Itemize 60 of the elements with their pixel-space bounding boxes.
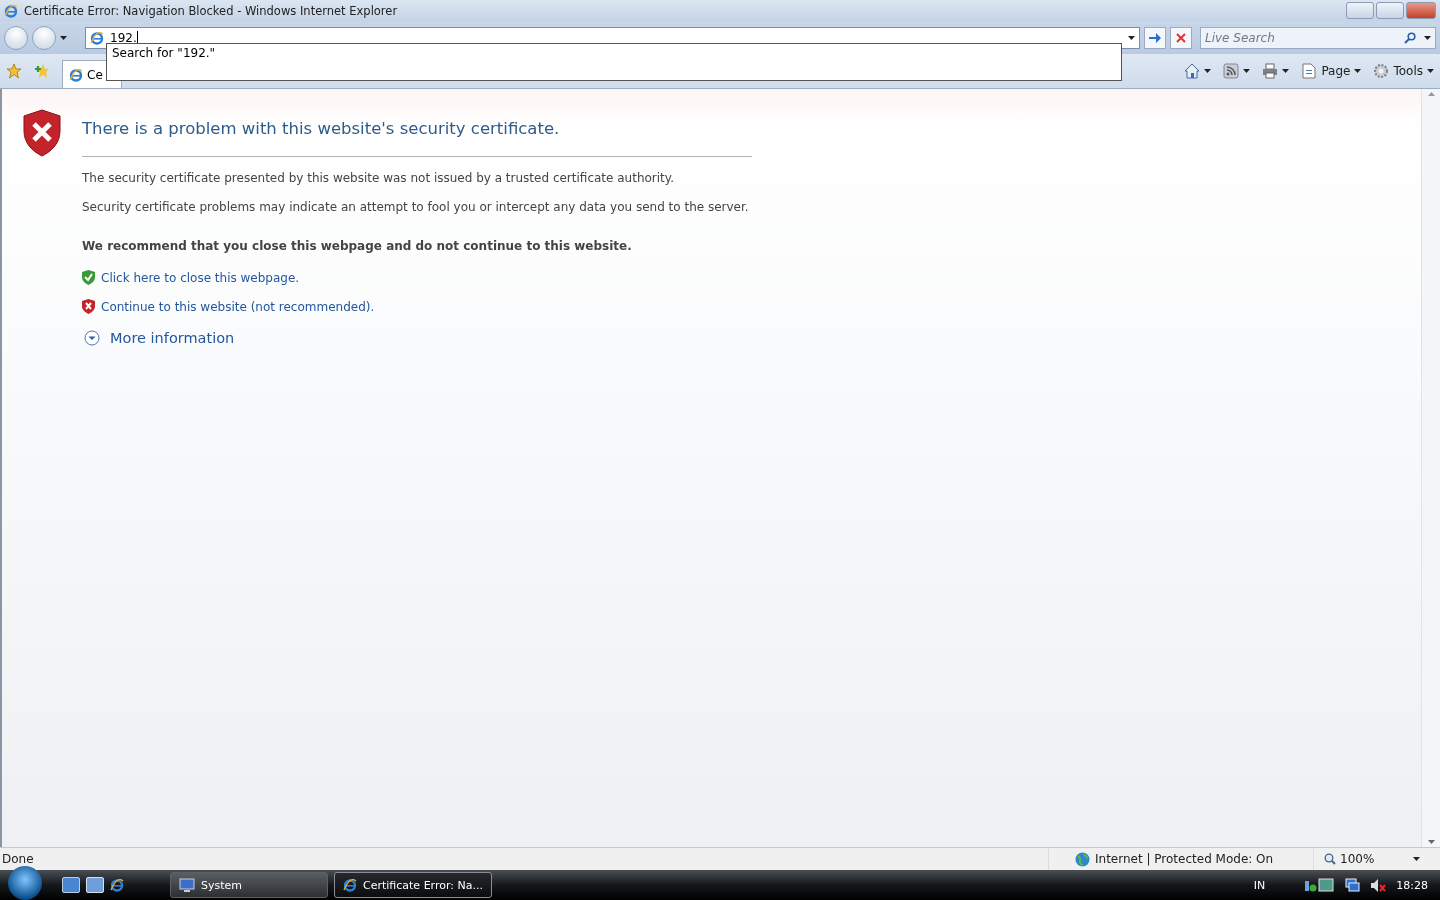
start-button[interactable]	[8, 866, 42, 900]
muted-speaker-icon[interactable]	[1370, 877, 1387, 893]
feeds-caret-icon[interactable]	[1243, 69, 1251, 73]
zoom-icon	[1324, 853, 1336, 865]
window-title: Certificate Error: Navigation Blocked - Windows Internet Explorer	[24, 3, 399, 18]
monitor-icon[interactable]	[1345, 877, 1361, 893]
security-zone-text: Internet | Protected Mode: On	[1095, 852, 1274, 866]
recommendation-text: We recommend that you close this webpage and do not continue to this website.	[82, 238, 633, 255]
search-suggestion[interactable]: Search for "192."	[112, 46, 216, 60]
tools-menu-button[interactable]: Tools	[1373, 63, 1434, 79]
ie-logo-icon	[4, 3, 18, 18]
taskbar-button[interactable]: Certificate Error: Na...	[334, 872, 492, 898]
shield-check-icon	[82, 270, 95, 285]
printer-icon[interactable]	[1262, 63, 1279, 79]
ie-logo-icon	[69, 67, 83, 82]
computer-icon	[179, 877, 195, 893]
continue-link[interactable]: Continue to this website (not recommended).	[101, 299, 375, 314]
language-indicator[interactable]: IN	[1253, 878, 1266, 892]
stop-button[interactable]	[1170, 26, 1192, 49]
go-button[interactable]	[1144, 26, 1166, 49]
add-favorite-icon[interactable]	[34, 63, 50, 79]
search-icon[interactable]	[1404, 31, 1416, 44]
search-options-caret-icon[interactable]	[1424, 35, 1431, 40]
zoom-caret-icon[interactable]	[1413, 857, 1420, 861]
clock[interactable]: 18:28	[1396, 878, 1428, 892]
ie-quick-launch-icon[interactable]	[110, 878, 124, 892]
close-button[interactable]	[1406, 2, 1436, 19]
favorites-star-icon[interactable]	[6, 63, 22, 79]
explanation-text: The security certificate presented by this website was not issued by a trusted certificate authority.	[82, 170, 676, 187]
network-icon[interactable]	[1305, 877, 1336, 893]
ie-logo-icon	[90, 30, 104, 45]
scroll-down-icon[interactable]	[1427, 840, 1435, 844]
gear-icon	[1373, 63, 1390, 79]
recent-pages-caret-icon[interactable]	[60, 35, 67, 40]
home-icon[interactable]	[1184, 63, 1201, 79]
address-history-caret-icon[interactable]	[1128, 35, 1135, 40]
page-icon	[1301, 63, 1318, 79]
ie-logo-icon	[343, 878, 357, 892]
page-caret-icon	[1354, 69, 1362, 73]
feed-icon[interactable]	[1223, 63, 1240, 79]
tools-caret-icon	[1427, 69, 1434, 73]
arrow-icon	[1149, 32, 1161, 43]
taskbar-button[interactable]: System	[170, 872, 328, 898]
shield-error-icon	[82, 299, 95, 314]
shield-error-icon	[22, 109, 62, 157]
expand-icon[interactable]	[84, 330, 100, 346]
page-menu-button[interactable]: Page	[1301, 63, 1362, 79]
home-caret-icon[interactable]	[1204, 69, 1212, 73]
scroll-up-icon[interactable]	[1427, 92, 1435, 96]
close-x-icon	[1176, 32, 1186, 43]
globe-icon	[1075, 851, 1090, 867]
status-text: Done	[2, 852, 35, 866]
error-heading: There is a problem with this website's security certificate.	[82, 119, 752, 157]
search-field[interactable]: Live Search	[1200, 26, 1436, 49]
print-caret-icon[interactable]	[1282, 69, 1290, 73]
close-link[interactable]: Click here to close this webpage.	[101, 270, 300, 285]
scrollbar[interactable]	[1421, 89, 1440, 847]
more-information-link[interactable]: More information	[110, 330, 235, 346]
switch-windows-icon[interactable]	[86, 877, 104, 893]
explanation-text: Security certificate problems may indicate an attempt to fool you or intercept any data you send to the server.	[82, 199, 750, 216]
